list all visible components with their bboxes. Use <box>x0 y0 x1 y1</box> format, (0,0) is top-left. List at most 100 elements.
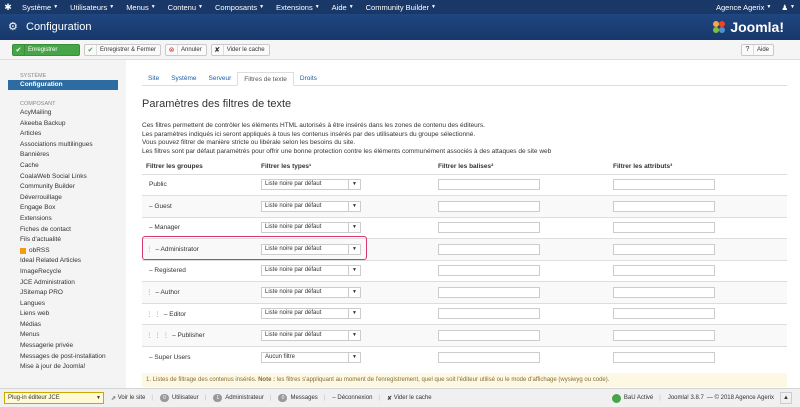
sidebar-item[interactable]: Extensions <box>0 214 126 225</box>
top-menu-item[interactable]: Contenu ▼ <box>162 0 209 14</box>
tags-cell <box>434 345 609 368</box>
filter-attributes-input[interactable] <box>613 200 715 212</box>
filter-tags-input[interactable] <box>438 329 540 341</box>
logout-link[interactable]: – Déconnexion <box>332 395 372 401</box>
sidebar-item[interactable]: Messagerie privée <box>0 341 126 352</box>
sidebar-item[interactable]: Liens web <box>0 309 126 320</box>
filter-attributes-input[interactable] <box>613 286 715 298</box>
table-row: ⋮ – Author Liste noire par défaut ▼ <box>142 281 787 303</box>
filter-attributes-input[interactable] <box>613 329 715 341</box>
filter-tags-input[interactable] <box>438 286 540 298</box>
sidebar-item[interactable]: Cache <box>0 161 126 172</box>
sidebar-heading-system: SYSTÈME <box>20 73 47 79</box>
group-cell: ⋮ ⋮ – Editor <box>142 302 257 325</box>
sidebar-item[interactable]: obRSS <box>0 246 126 257</box>
filter-attributes-input[interactable] <box>613 308 715 320</box>
filter-attributes-input[interactable] <box>613 243 715 255</box>
tab[interactable]: Filtres de texte <box>237 72 294 86</box>
filter-type-select[interactable]: Aucun filtre ▼ <box>261 351 361 363</box>
tags-cell <box>434 216 609 239</box>
cancel-button[interactable]: ⊗ Annuler <box>165 43 207 56</box>
clear-cache-link[interactable]: ✘ Vider le cache <box>387 395 432 402</box>
sidebar-item-configuration[interactable]: Configuration <box>8 80 118 90</box>
help-button[interactable]: ? Aide <box>740 43 774 56</box>
caret-down-icon: ▼ <box>53 4 59 10</box>
attributes-cell <box>609 345 787 368</box>
sidebar-item[interactable]: Associations multilingues <box>0 140 126 151</box>
top-menu-item[interactable]: Menus ▼ <box>120 0 161 14</box>
filter-type-select[interactable]: Liste noire par défaut ▼ <box>261 286 361 298</box>
sidebar-item[interactable]: Déverrouillage <box>0 193 126 204</box>
filter-tags-input[interactable] <box>438 222 540 234</box>
sidebar-item[interactable]: Mise à jour de Joomla! <box>0 362 126 373</box>
broom-icon: ✘ <box>386 395 394 402</box>
top-menu-item[interactable]: Composants ▼ <box>209 0 270 14</box>
user-icon-menu[interactable]: ♟ ▼ <box>776 0 800 14</box>
filter-tags-input[interactable] <box>438 351 540 363</box>
top-menu-item[interactable]: Community Builder ▼ <box>360 0 442 14</box>
filter-attributes-input[interactable] <box>613 351 715 363</box>
sidebar-item[interactable]: Engage Box <box>0 203 126 214</box>
filter-tags-input[interactable] <box>438 200 540 212</box>
bau-status[interactable]: BaU Activé <box>611 393 653 403</box>
filter-tags-input[interactable] <box>438 308 540 320</box>
joomla-logo-icon <box>713 21 726 33</box>
messages-link[interactable]: 0 Messages <box>278 394 318 402</box>
filter-type-select[interactable]: Liste noire par défaut ▼ <box>261 243 361 255</box>
tags-cell <box>434 259 609 282</box>
editor-plugin-select[interactable]: Plug-in éditeur JCE ▼ <box>4 392 104 404</box>
view-site-link[interactable]: ⇗ Voir le site <box>111 395 145 402</box>
sidebar-item[interactable]: AcyMailing <box>0 108 126 119</box>
sidebar-item[interactable]: Médias <box>0 320 126 331</box>
sidebar-item[interactable]: Bannières <box>0 150 126 161</box>
type-cell: Liste noire par défaut ▼ <box>257 259 434 282</box>
top-menu-item[interactable]: Extensions ▼ <box>270 0 326 14</box>
top-menu-item[interactable]: Aide ▼ <box>326 0 360 14</box>
sidebar-item[interactable]: Akeeba Backup <box>0 119 126 130</box>
filter-type-select[interactable]: Liste noire par défaut ▼ <box>261 329 361 341</box>
scroll-up-icon[interactable]: ▲ <box>780 392 792 404</box>
type-cell: Liste noire par défaut ▼ <box>257 216 434 239</box>
sidebar-item[interactable]: ImageRecycle <box>0 267 126 278</box>
save-close-button[interactable]: ✔ Enregistrer & Fermer <box>84 43 162 56</box>
sidebar-item[interactable]: Community Builder <box>0 182 126 193</box>
filter-type-select[interactable]: Liste noire par défaut ▼ <box>261 179 361 191</box>
filter-tags-input[interactable] <box>438 243 540 255</box>
top-menu-item[interactable]: Système ▼ <box>16 0 64 14</box>
sidebar-item[interactable]: Messages de post-installation <box>0 352 126 363</box>
col-header-groups: Filtrer les groupes <box>146 163 203 171</box>
sidebar-item[interactable]: Fils d'actualité <box>0 235 126 246</box>
tab[interactable]: Serveur <box>203 72 238 86</box>
sidebar-item[interactable]: JCE Administration <box>0 278 126 289</box>
tab[interactable]: Site <box>142 72 165 86</box>
sidebar-item[interactable]: Langues <box>0 299 126 310</box>
tab[interactable]: Droits <box>294 72 323 86</box>
filter-type-select[interactable]: Liste noire par défaut ▼ <box>261 265 361 277</box>
sidebar-item[interactable]: JSitemap PRO <box>0 288 126 299</box>
filter-attributes-input[interactable] <box>613 265 715 277</box>
joomla-logo-text: Joomla! <box>730 19 784 35</box>
filter-attributes-input[interactable] <box>613 222 715 234</box>
filter-attributes-input[interactable] <box>613 179 715 191</box>
user-menu[interactable]: Agence Agerix ▼ <box>711 0 776 14</box>
group-cell: Public <box>142 173 257 196</box>
joomla-icon[interactable]: ✱ <box>0 0 16 14</box>
clear-cache-button[interactable]: ✘ Vider le cache <box>210 43 270 56</box>
tab[interactable]: Système <box>165 72 202 86</box>
filter-type-select[interactable]: Liste noire par défaut ▼ <box>261 200 361 212</box>
filter-tags-input[interactable] <box>438 179 540 191</box>
gear-icon: ⚙ <box>8 21 18 33</box>
top-menu-item[interactable]: Utilisateurs ▼ <box>64 0 120 14</box>
broom-icon: ✘ <box>212 44 224 55</box>
desc-line: Ces filtres permettent de contrôler les … <box>142 122 485 129</box>
filter-tags-input[interactable] <box>438 265 540 277</box>
caret-down-icon: ▼ <box>348 287 360 297</box>
sidebar-item[interactable]: CoalaWeb Social Links <box>0 172 126 183</box>
sidebar-item[interactable]: Fiches de contact <box>0 225 126 236</box>
save-button[interactable]: ✔ Enregistrer <box>12 43 80 56</box>
sidebar-item[interactable]: Ideal Related Articles <box>0 256 126 267</box>
sidebar-item[interactable]: Articles <box>0 129 126 140</box>
filter-type-select[interactable]: Liste noire par défaut ▼ <box>261 308 361 320</box>
filter-type-select[interactable]: Liste noire par défaut ▼ <box>261 222 361 234</box>
sidebar-item[interactable]: Menus <box>0 330 126 341</box>
